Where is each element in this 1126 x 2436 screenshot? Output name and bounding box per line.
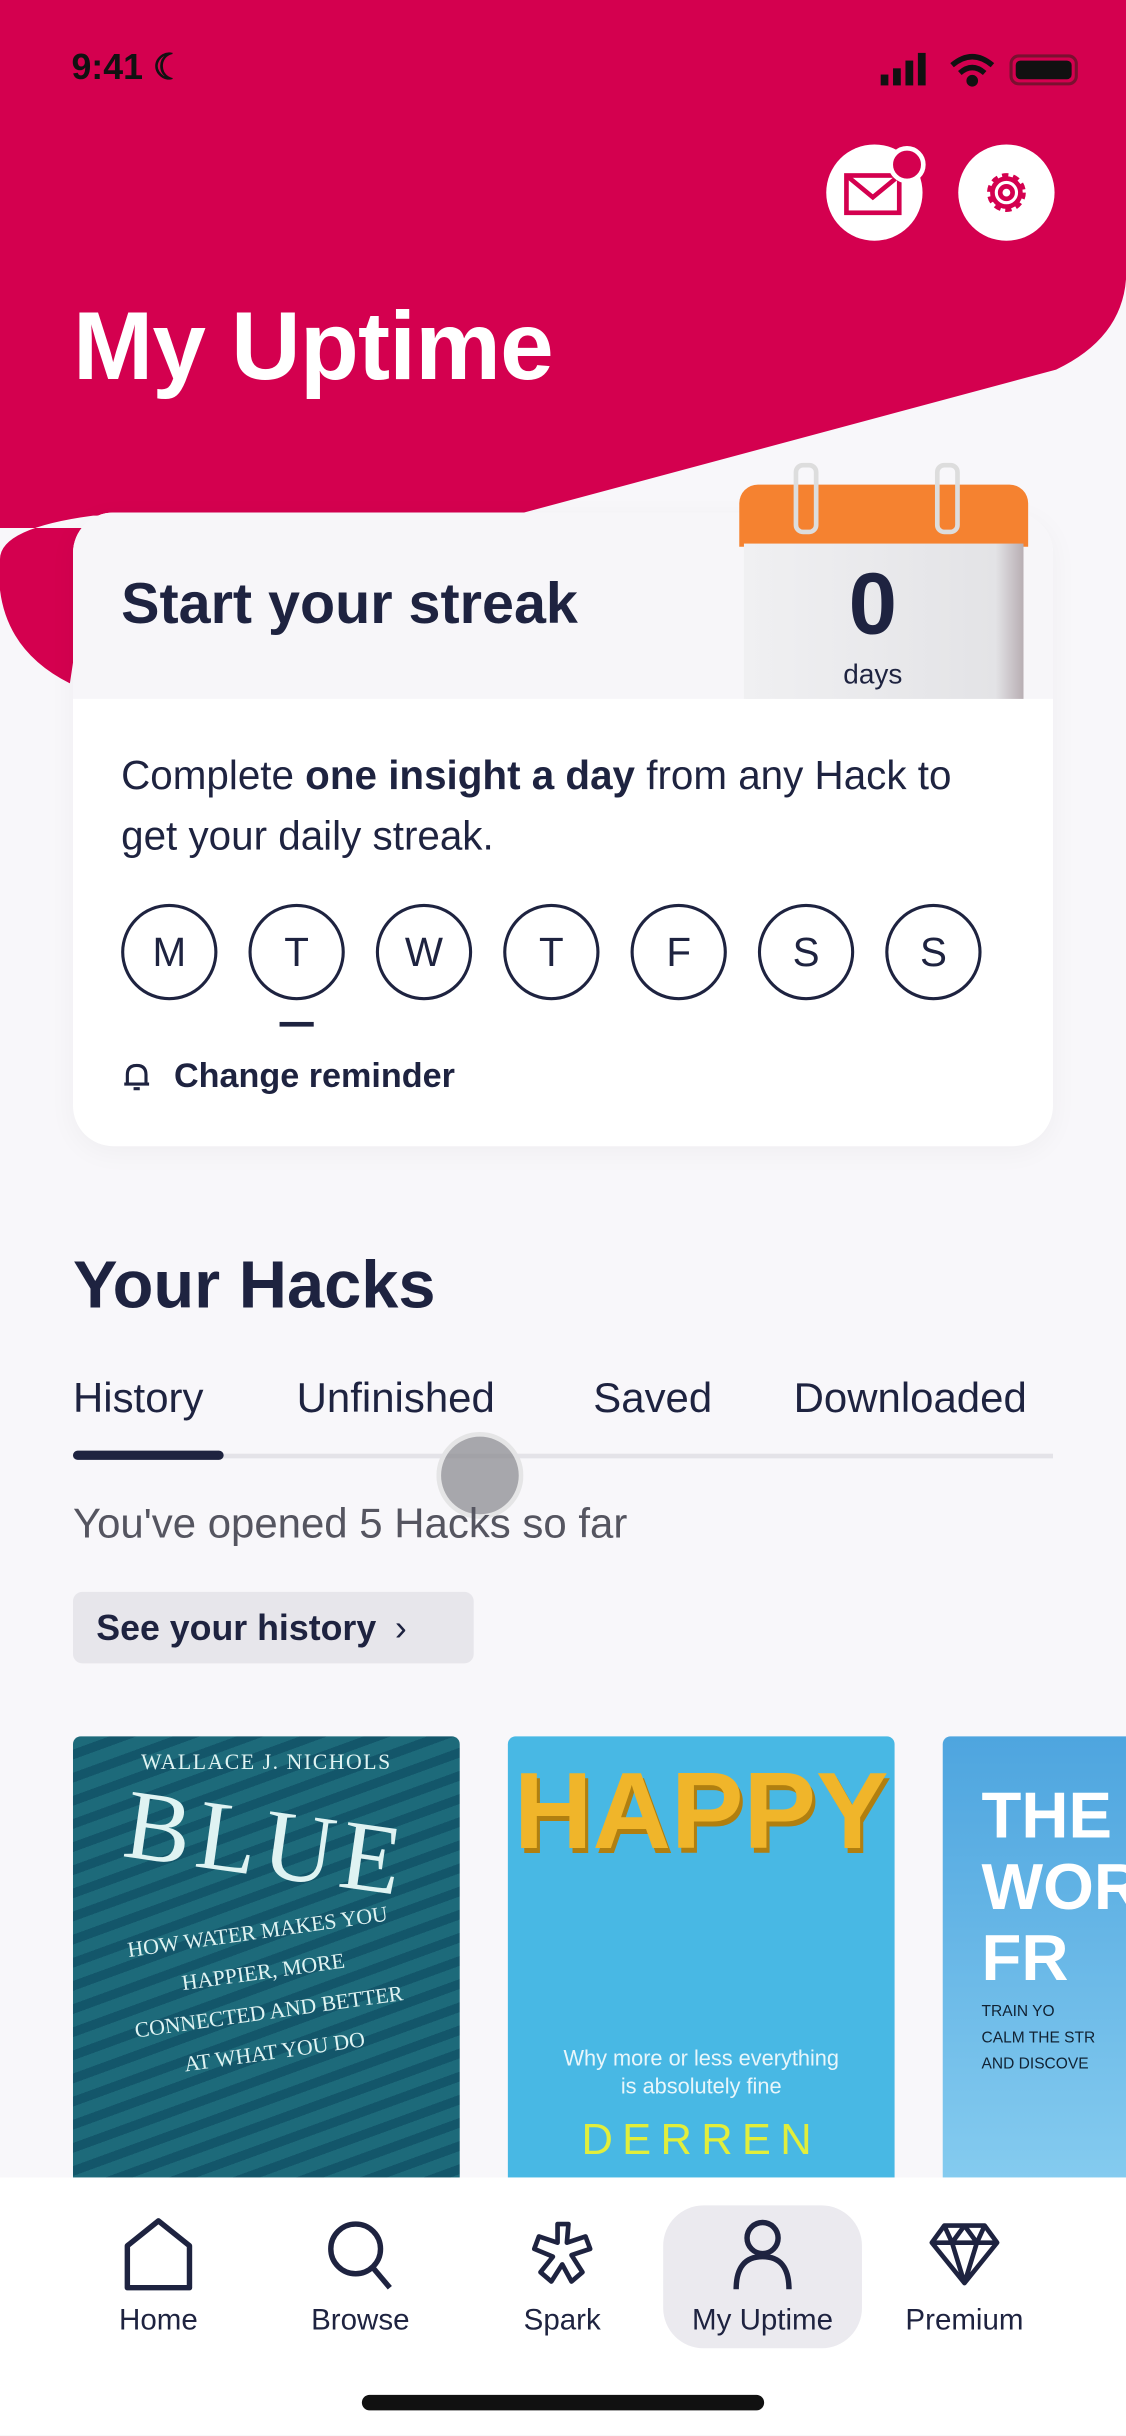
book-tagline: CALM THE STR: [981, 2029, 1096, 2047]
book-subtitle: HOW WATER MAKES YOU HAPPIER, MORE CONNEC…: [126, 1903, 405, 2078]
signal-icon: [880, 52, 926, 86]
desc-text: Complete: [121, 751, 306, 799]
book-tagline: AND DISCOVE: [981, 2056, 1089, 2074]
streak-description: Complete one insight a day from any Hack…: [121, 745, 960, 866]
chevron-right-icon: ›: [394, 1606, 407, 1648]
home-icon: [124, 2218, 193, 2291]
tab-history[interactable]: History: [73, 1374, 203, 1422]
wifi-icon: [950, 53, 995, 87]
day-circle: W: [375, 903, 473, 1001]
reminder-label: Change reminder: [173, 1056, 455, 1095]
day-circle: T: [503, 903, 600, 1001]
nav-home[interactable]: Home: [59, 2205, 258, 2348]
book-subtitle: TRAIN YO: [981, 2003, 1055, 2021]
nav-label: Spark: [523, 2304, 601, 2338]
change-reminder-button[interactable]: Change reminder: [121, 1056, 455, 1096]
day-circle: M: [121, 903, 218, 1001]
section-title: Your Hacks: [72, 1248, 436, 1324]
notification-dot: [888, 145, 926, 184]
streak-title: Start your streak: [121, 571, 578, 636]
book-subtitle: Why more or less everything is absolutel…: [563, 2045, 839, 2099]
bell-icon: [124, 1063, 150, 1091]
gear-icon: [986, 173, 1026, 212]
nav-spark[interactable]: Spark: [463, 2205, 662, 2348]
nav-browse[interactable]: Browse: [261, 2205, 460, 2348]
tab-saved[interactable]: Saved: [593, 1374, 712, 1422]
nav-premium[interactable]: Premium: [865, 2205, 1064, 2348]
nav-my-uptime[interactable]: My Uptime: [663, 2205, 862, 2349]
tab-downloaded[interactable]: Downloaded: [794, 1374, 1027, 1422]
page-title: My Uptime: [72, 293, 554, 401]
history-button-label: See your history: [96, 1606, 377, 1648]
calendar-illustration: 0 days: [739, 462, 1029, 699]
day-circle: S: [757, 903, 855, 1001]
book-title: HAPPY: [513, 1750, 889, 1872]
current-day-indicator: [279, 1021, 314, 1027]
book-cover[interactable]: HAPPY Why more or less everything is abs…: [507, 1736, 895, 2203]
streak-unit: days: [843, 658, 903, 690]
tab-active-indicator: [72, 1450, 224, 1460]
screen: 9:41 ☾ My Uptime Start your streak Compl…: [0, 0, 1126, 2436]
time-text: 9:41: [71, 46, 143, 87]
settings-button[interactable]: [958, 144, 1055, 241]
nav-label: Home: [119, 2304, 198, 2338]
moon-icon: ☾: [152, 46, 185, 87]
streak-count: 0: [848, 554, 898, 653]
battery-icon: [1009, 54, 1078, 86]
tab-unfinished[interactable]: Unfinished: [297, 1374, 495, 1422]
day-circle-current: T: [248, 903, 345, 1001]
inbox-button[interactable]: [826, 144, 926, 241]
book-title: THE WOR FR: [981, 1778, 1126, 1995]
search-icon: [328, 2221, 392, 2290]
desc-bold: one insight a day: [305, 751, 636, 799]
home-indicator[interactable]: [361, 2394, 765, 2411]
opened-count-text: You've opened 5 Hacks so far: [72, 1500, 628, 1547]
book-cover[interactable]: WALLACE J. NICHOLS BLUE HOW WATER MAKES …: [72, 1736, 460, 2203]
diamond-icon: [929, 2223, 1000, 2286]
nav-label: Premium: [905, 2304, 1024, 2338]
status-time: 9:41 ☾: [71, 47, 184, 89]
nav-label: Browse: [311, 2304, 410, 2338]
person-icon: [733, 2219, 792, 2290]
day-circle: S: [885, 903, 982, 1001]
status-icons: [880, 52, 1078, 87]
day-circle: F: [630, 903, 727, 1001]
spark-icon: [531, 2221, 593, 2284]
see-history-button[interactable]: See your history ›: [72, 1591, 474, 1664]
nav-label: My Uptime: [692, 2304, 834, 2338]
book-author: DERREN: [581, 2115, 821, 2164]
book-cover[interactable]: THE WOR FR TRAIN YO CALM THE STR AND DIS…: [942, 1736, 1126, 2203]
